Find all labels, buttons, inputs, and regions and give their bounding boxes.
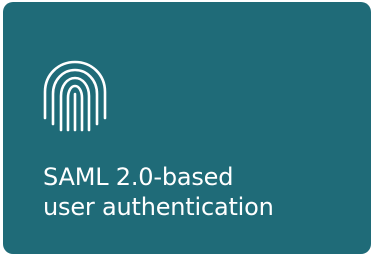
- feature-card: SAML 2.0-based user authentication: [3, 2, 371, 254]
- card-title: SAML 2.0-based user authentication: [43, 162, 363, 222]
- card-title-line-2: user authentication: [43, 193, 274, 221]
- card-title-line-1: SAML 2.0-based: [43, 163, 234, 191]
- fingerprint-icon: [37, 58, 117, 138]
